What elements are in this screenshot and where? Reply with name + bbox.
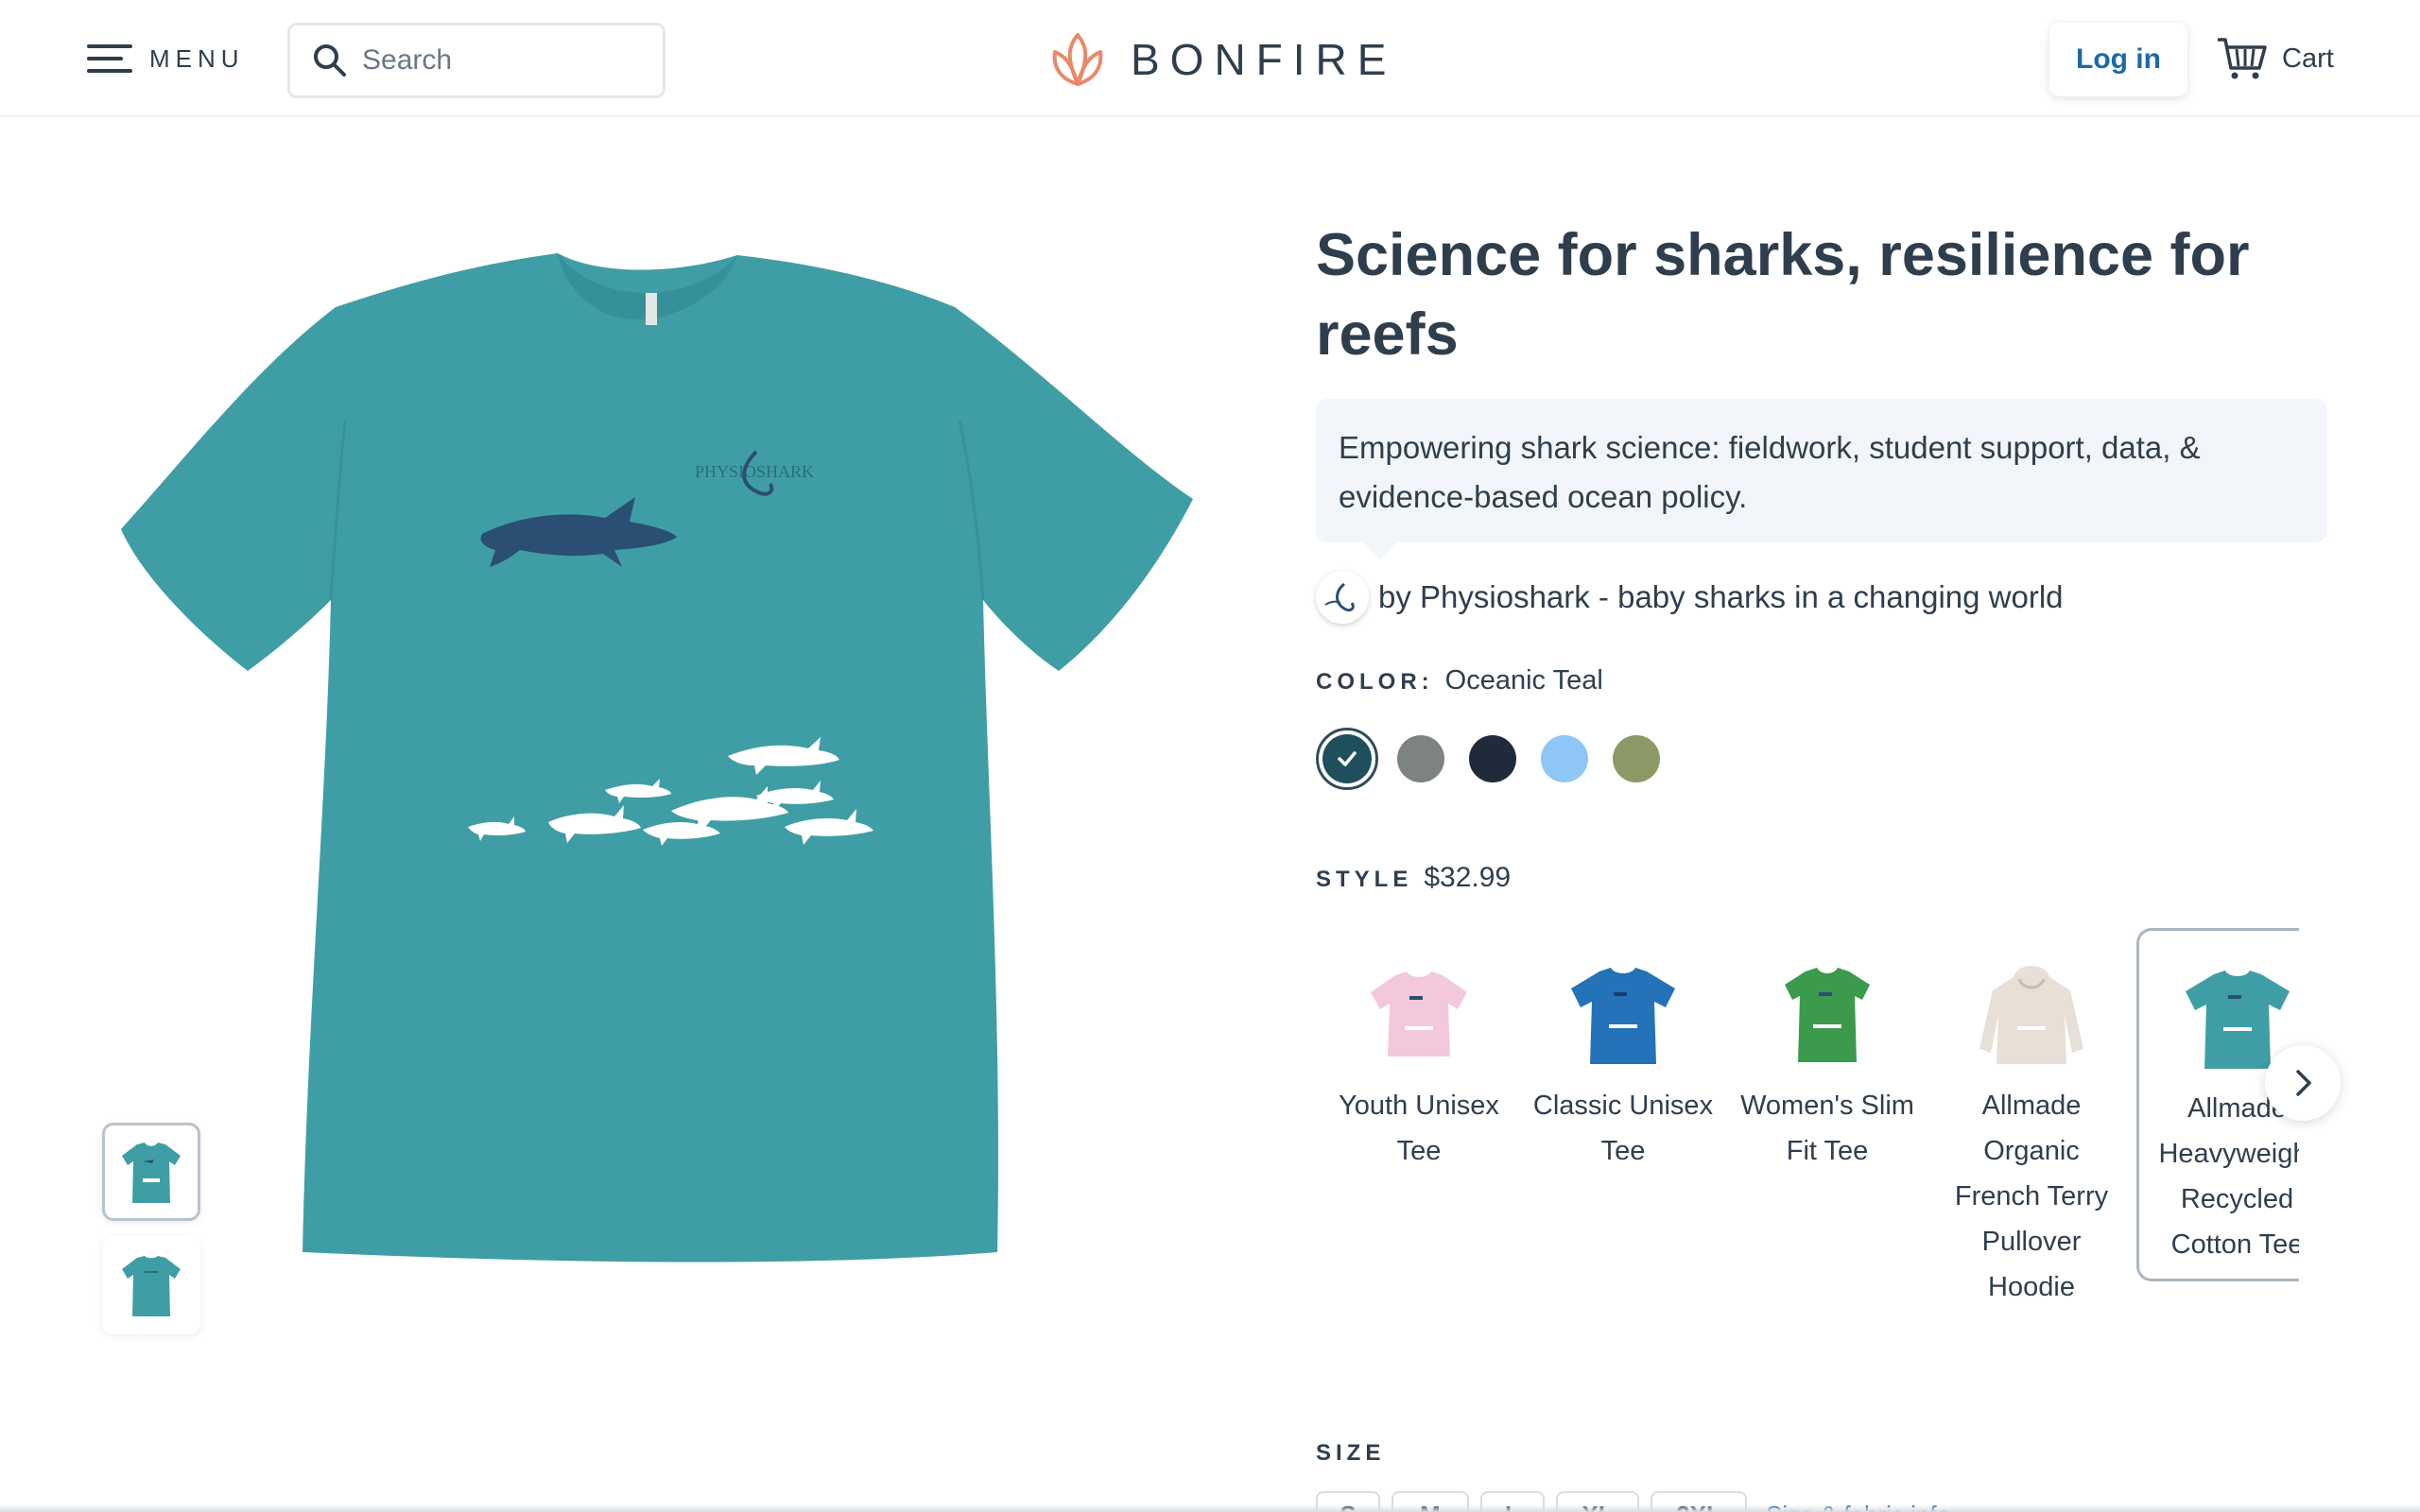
menu-button[interactable]: MENU [87,36,245,81]
style-option-allmade-pullover-hoodie[interactable]: Allmade Organic French Terry Pullover Ho… [1932,928,2131,1310]
selected-swatch-fill [1322,734,1372,783]
classic-tee-image [1571,968,1675,1064]
hamburger-icon [87,43,132,75]
print-logo-text: PHYSIOSHARK [695,462,814,481]
color-heading: COLOR: Oceanic Teal [1316,665,1603,696]
youth-tee-image [1371,971,1467,1057]
product-main-image[interactable]: PHYSIOSHARK [104,217,1219,1285]
style-option-label: Classic Unisex Tee [1532,1091,1714,1166]
style-option-label: Allmade Organic French Terry Pullover Ho… [1954,1091,2109,1302]
color-swatch-grey[interactable] [1397,735,1444,782]
style-option-youth-unisex-tee[interactable]: Youth Unisex Tee [1320,928,1518,1174]
checkmark-icon [1338,751,1357,766]
menu-label: MENU [149,43,245,73]
chevron-right-icon [2296,1070,2311,1096]
product-description: Empowering shark science: fieldwork, stu… [1316,399,2327,542]
style-option-label: Allmade Heavyweight Recycled Cotton Tee [2158,1093,2299,1260]
description-tail [1363,542,1397,559]
color-swatches [1316,728,1685,790]
search-box[interactable] [287,23,666,98]
seller-name: by Physioshark - baby sharks in a changi… [1378,579,2064,614]
bottom-edge-shadow [0,1504,2420,1512]
brand-home-link[interactable]: BONFIRE [1049,28,1396,91]
tshirt-back-thumbnail-icon [122,1256,181,1316]
color-swatch-light-blue[interactable] [1541,735,1588,782]
tshirt-front-thumbnail-icon [122,1143,181,1203]
seller-avatar [1316,571,1369,624]
hoodie-image [1979,966,2083,1064]
brand-name: BONFIRE [1131,35,1397,84]
product-thumbnail-back[interactable] [102,1236,200,1334]
cart-icon [2218,38,2267,79]
style-option-womens-slim-fit-tee[interactable]: Women's Slim Fit Tee [1728,928,1927,1174]
search-input[interactable] [362,44,646,77]
physioshark-logo-icon [1324,582,1355,612]
bonfire-logo-icon [1052,33,1103,86]
style-option-label: Women's Slim Fit Tee [1740,1091,1914,1166]
product-thumbnail-front[interactable] [102,1123,200,1221]
color-label: COLOR: [1316,669,1434,695]
cart-label: Cart [2282,43,2334,74]
style-price: $32.99 [1424,862,1512,893]
style-option-classic-unisex-tee[interactable]: Classic Unisex Tee [1524,928,1722,1174]
seller-link[interactable]: by Physioshark - baby sharks in a changi… [1316,569,2064,626]
size-label: SIZE [1316,1440,1386,1466]
style-carousel: Youth Unisex Tee Classic Unisex Tee Wome… [1316,928,2299,1325]
style-label: STYLE [1316,867,1413,892]
login-button[interactable]: Log in [2049,23,2187,96]
style-heading: STYLE $32.99 [1316,862,1511,894]
search-icon [314,44,346,77]
color-swatch-navy[interactable] [1469,735,1516,782]
color-swatch-olive[interactable] [1613,735,1660,782]
cart-button[interactable]: Cart [2216,32,2334,85]
color-value: Oceanic Teal [1444,665,1603,696]
style-option-label: Youth Unisex Tee [1339,1091,1499,1166]
womens-tee-image [1785,968,1870,1062]
site-header: MENU BONFIRE Log in Cart [0,0,2420,117]
product-title: Science for sharks, resilience for reefs [1316,222,2250,368]
style-carousel-next-button[interactable] [2265,1045,2341,1121]
color-swatch-oceanic-teal[interactable] [1316,728,1378,790]
